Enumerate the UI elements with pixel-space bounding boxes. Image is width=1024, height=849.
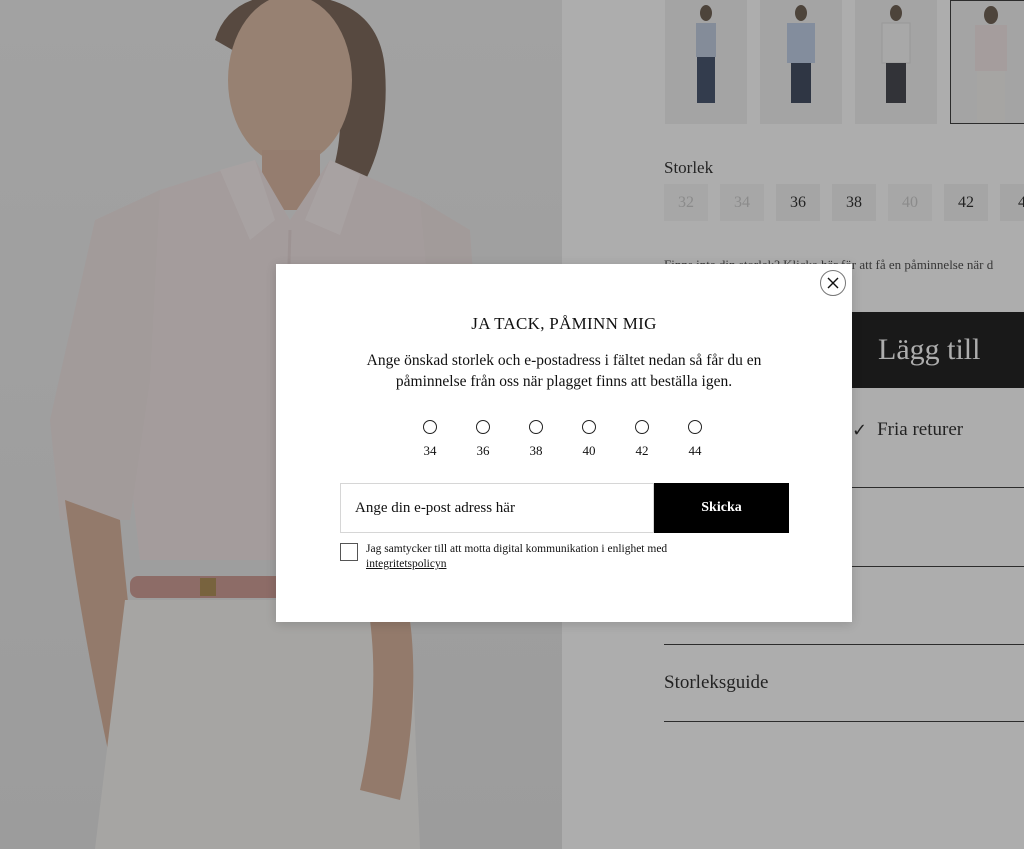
radio-label: 34	[423, 443, 437, 458]
modal-title: JA TACK, PÅMINN MIG	[471, 314, 657, 333]
consent-text: Jag samtycker till att motta digital kom…	[366, 542, 756, 572]
close-button[interactable]	[820, 270, 846, 296]
radio-button[interactable]	[635, 420, 649, 434]
size-radio-44[interactable]: 44	[681, 420, 709, 459]
modal-description: Ange önskad storlek och e-postadress i f…	[366, 352, 762, 390]
size-radio-36[interactable]: 36	[469, 420, 497, 459]
radio-button[interactable]	[529, 420, 543, 434]
radio-button[interactable]	[476, 420, 490, 434]
radio-button[interactable]	[423, 420, 437, 434]
size-radio-42[interactable]: 42	[628, 420, 656, 459]
privacy-policy-link[interactable]: integritetspolicyn	[366, 558, 446, 570]
close-icon	[827, 277, 839, 289]
size-radio-38[interactable]: 38	[522, 420, 550, 459]
radio-label: 42	[635, 443, 649, 458]
product-page: Storlek 32 34 36 38 40 42 4 Finns inte d…	[0, 0, 1024, 849]
size-radio-group: 34 36 38 40 42 44	[416, 420, 709, 459]
radio-button[interactable]	[582, 420, 596, 434]
consent-label: Jag samtycker till att motta digital kom…	[366, 543, 668, 555]
size-radio-40[interactable]: 40	[575, 420, 603, 459]
radio-label: 38	[529, 443, 543, 458]
radio-label: 44	[688, 443, 702, 458]
email-field[interactable]	[340, 483, 654, 533]
send-button[interactable]: Skicka	[654, 483, 789, 533]
radio-label: 36	[476, 443, 490, 458]
back-in-stock-modal: JA TACK, PÅMINN MIG Ange önskad storlek …	[276, 264, 852, 622]
radio-label: 40	[582, 443, 596, 458]
size-radio-34[interactable]: 34	[416, 420, 444, 459]
radio-button[interactable]	[688, 420, 702, 434]
consent-checkbox[interactable]	[340, 543, 358, 561]
